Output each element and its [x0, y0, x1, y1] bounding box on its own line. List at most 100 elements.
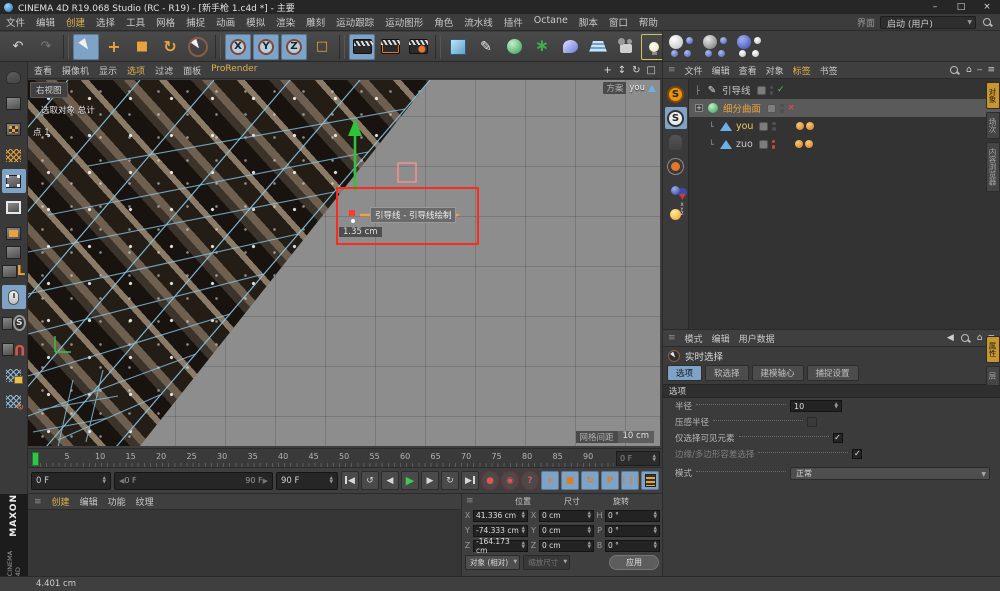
view-zoom-icon[interactable]: ↕ [618, 65, 626, 76]
panel-menu-icon[interactable]: ≡ [668, 333, 676, 343]
close-button[interactable]: × [974, 0, 1000, 14]
menu-item[interactable]: 脚本 [579, 15, 598, 29]
enable-axis-button[interactable]: L [2, 259, 26, 283]
render-picture-viewer-button[interactable] [377, 34, 403, 60]
apply-button[interactable]: 应用 [609, 555, 659, 570]
object-name[interactable]: 细分曲面 [723, 101, 761, 115]
sphere-cluster-icon[interactable] [669, 35, 695, 57]
toolbar-separator[interactable] [339, 35, 345, 59]
object-row[interactable]: └ zuo [689, 135, 1000, 153]
attribute-tab[interactable]: 软选择 [705, 365, 749, 381]
rotation-key-toggle[interactable]: ↻ [581, 471, 599, 490]
viewport-menu-item[interactable]: ProRender [211, 64, 257, 77]
snap-axis-button[interactable] [665, 203, 687, 225]
attribute-menu-item[interactable]: 编辑 [712, 332, 730, 345]
panel-menu-icon[interactable]: ≡ [34, 497, 42, 507]
viewport-solo-button[interactable] [2, 285, 26, 309]
frame-range-slider[interactable]: ◀ 0 F 90 F ▶ [114, 472, 273, 490]
search-icon[interactable] [981, 16, 994, 29]
object-tag-icon[interactable] [795, 140, 803, 148]
menu-item[interactable]: 雕刻 [306, 15, 325, 29]
stepper-icon[interactable] [103, 477, 106, 484]
mode-dropdown[interactable]: 正常 [790, 467, 990, 480]
tolerance-checkbox[interactable]: ✓ [852, 449, 862, 459]
attribute-menu-item[interactable]: 模式 [685, 332, 703, 345]
add-spline-button[interactable]: ✎ [473, 34, 499, 60]
attribute-menu-item[interactable]: 用户数据 [739, 332, 775, 345]
add-generator-button[interactable] [501, 34, 527, 60]
menu-item[interactable]: 渲染 [276, 15, 295, 29]
toolbar-separator[interactable] [215, 35, 221, 59]
snap-workplane-button[interactable] [665, 155, 687, 177]
panel-side-tab[interactable]: 属性 [986, 336, 1000, 363]
lock-y-axis-button[interactable]: Y [253, 34, 279, 60]
minimize-button[interactable]: – [922, 0, 948, 14]
attribute-tab[interactable]: 选项 [667, 365, 702, 381]
maximize-button[interactable]: □ [948, 0, 974, 14]
viewport-menu-item[interactable]: 选项 [127, 64, 145, 77]
menu-item[interactable]: 选择 [96, 15, 115, 29]
add-primitive-button[interactable] [445, 34, 471, 60]
position-input[interactable]: -74.333 cm [473, 525, 528, 537]
view-rotate-icon[interactable]: ↻ [632, 65, 640, 76]
goto-start-button[interactable]: ◀ [341, 471, 359, 490]
object-manager-menu-item[interactable]: 书签 [820, 64, 838, 77]
render-view-button[interactable] [349, 34, 375, 60]
object-mode-dropdown[interactable]: 对象 (相对) [465, 555, 520, 570]
scheme-chip[interactable]: 方案 you [603, 82, 656, 94]
object-manager-menu-item[interactable]: 查看 [739, 64, 757, 77]
history-back-icon[interactable]: ◀ [947, 333, 954, 343]
panel-side-tab[interactable]: 场次 [986, 112, 1000, 139]
home-icon[interactable]: ⌂ [966, 65, 972, 75]
position-input[interactable]: 41.336 cm [473, 510, 528, 522]
render-settings-button[interactable] [405, 34, 431, 60]
panel-menu-icon[interactable]: ≡ [668, 65, 676, 75]
panel-side-tab[interactable]: 层 [986, 366, 1000, 386]
object-manager-menu-item[interactable]: 文件 [685, 64, 703, 77]
section-header[interactable]: 选项 [663, 384, 1000, 398]
make-editable-button[interactable] [2, 65, 26, 89]
search-icon[interactable] [948, 64, 961, 77]
menu-item[interactable]: 帮助 [639, 15, 658, 29]
object-name[interactable]: you [736, 121, 753, 132]
range-right-handle[interactable]: ▶ [263, 477, 268, 485]
selected-point[interactable] [349, 210, 355, 216]
attribute-tab[interactable]: 建模轴心 [752, 365, 804, 381]
view-label[interactable]: 右视图 [30, 82, 68, 98]
lock-z-axis-button[interactable]: Z [281, 34, 307, 60]
play-button[interactable]: ▶ [401, 471, 419, 490]
object-manager-menu-item[interactable]: 编辑 [712, 64, 730, 77]
points-mode-button[interactable] [2, 169, 26, 193]
viewport-menu-item[interactable]: 面板 [183, 64, 201, 77]
panel-side-tab[interactable]: 对象 [986, 82, 1000, 109]
goto-end-button[interactable]: ▶ [461, 471, 479, 490]
enable-state-icon[interactable]: × [788, 103, 798, 113]
pressure-radius-checkbox[interactable] [807, 417, 817, 427]
cycle-button[interactable]: ↻ [441, 471, 459, 490]
minimize-panel-icon[interactable]: ‒ [977, 65, 983, 75]
layout-preset-dropdown[interactable]: 启动 (用户) [880, 16, 976, 29]
autokey-button[interactable]: ◉ [501, 471, 519, 490]
panel-options-icon[interactable]: ≡ [987, 65, 995, 75]
menu-item[interactable]: 文件 [6, 15, 25, 29]
loop-button[interactable]: ↺ [361, 471, 379, 490]
rotation-input[interactable]: 0 ° [605, 510, 660, 522]
menu-item[interactable]: 工具 [126, 15, 145, 29]
position-key-toggle[interactable]: + [541, 471, 559, 490]
rotate-tool[interactable]: ↻ [157, 34, 183, 60]
add-deformer-button[interactable]: ∗ [529, 34, 555, 60]
material-menu-item[interactable]: 纹理 [136, 495, 154, 508]
add-camera-button[interactable] [613, 34, 639, 60]
menu-item[interactable]: 模拟 [246, 15, 265, 29]
quantize-button[interactable]: U [2, 337, 26, 361]
sphere-cluster-icon[interactable] [737, 35, 763, 57]
snap-joint-button[interactable] [665, 131, 687, 153]
snap-enable-button[interactable]: S [665, 83, 687, 105]
object-manager-menu-item[interactable]: 标签 [793, 64, 811, 77]
enable-state-icon[interactable]: ✓ [777, 85, 787, 95]
workplane-mode-button[interactable] [2, 143, 26, 167]
object-tag-icon[interactable] [806, 122, 814, 130]
viewport-menu-item[interactable]: 摄像机 [62, 64, 89, 77]
attribute-tab[interactable]: 捕捉设置 [807, 365, 859, 381]
enable-snap-button[interactable]: S [2, 311, 26, 335]
